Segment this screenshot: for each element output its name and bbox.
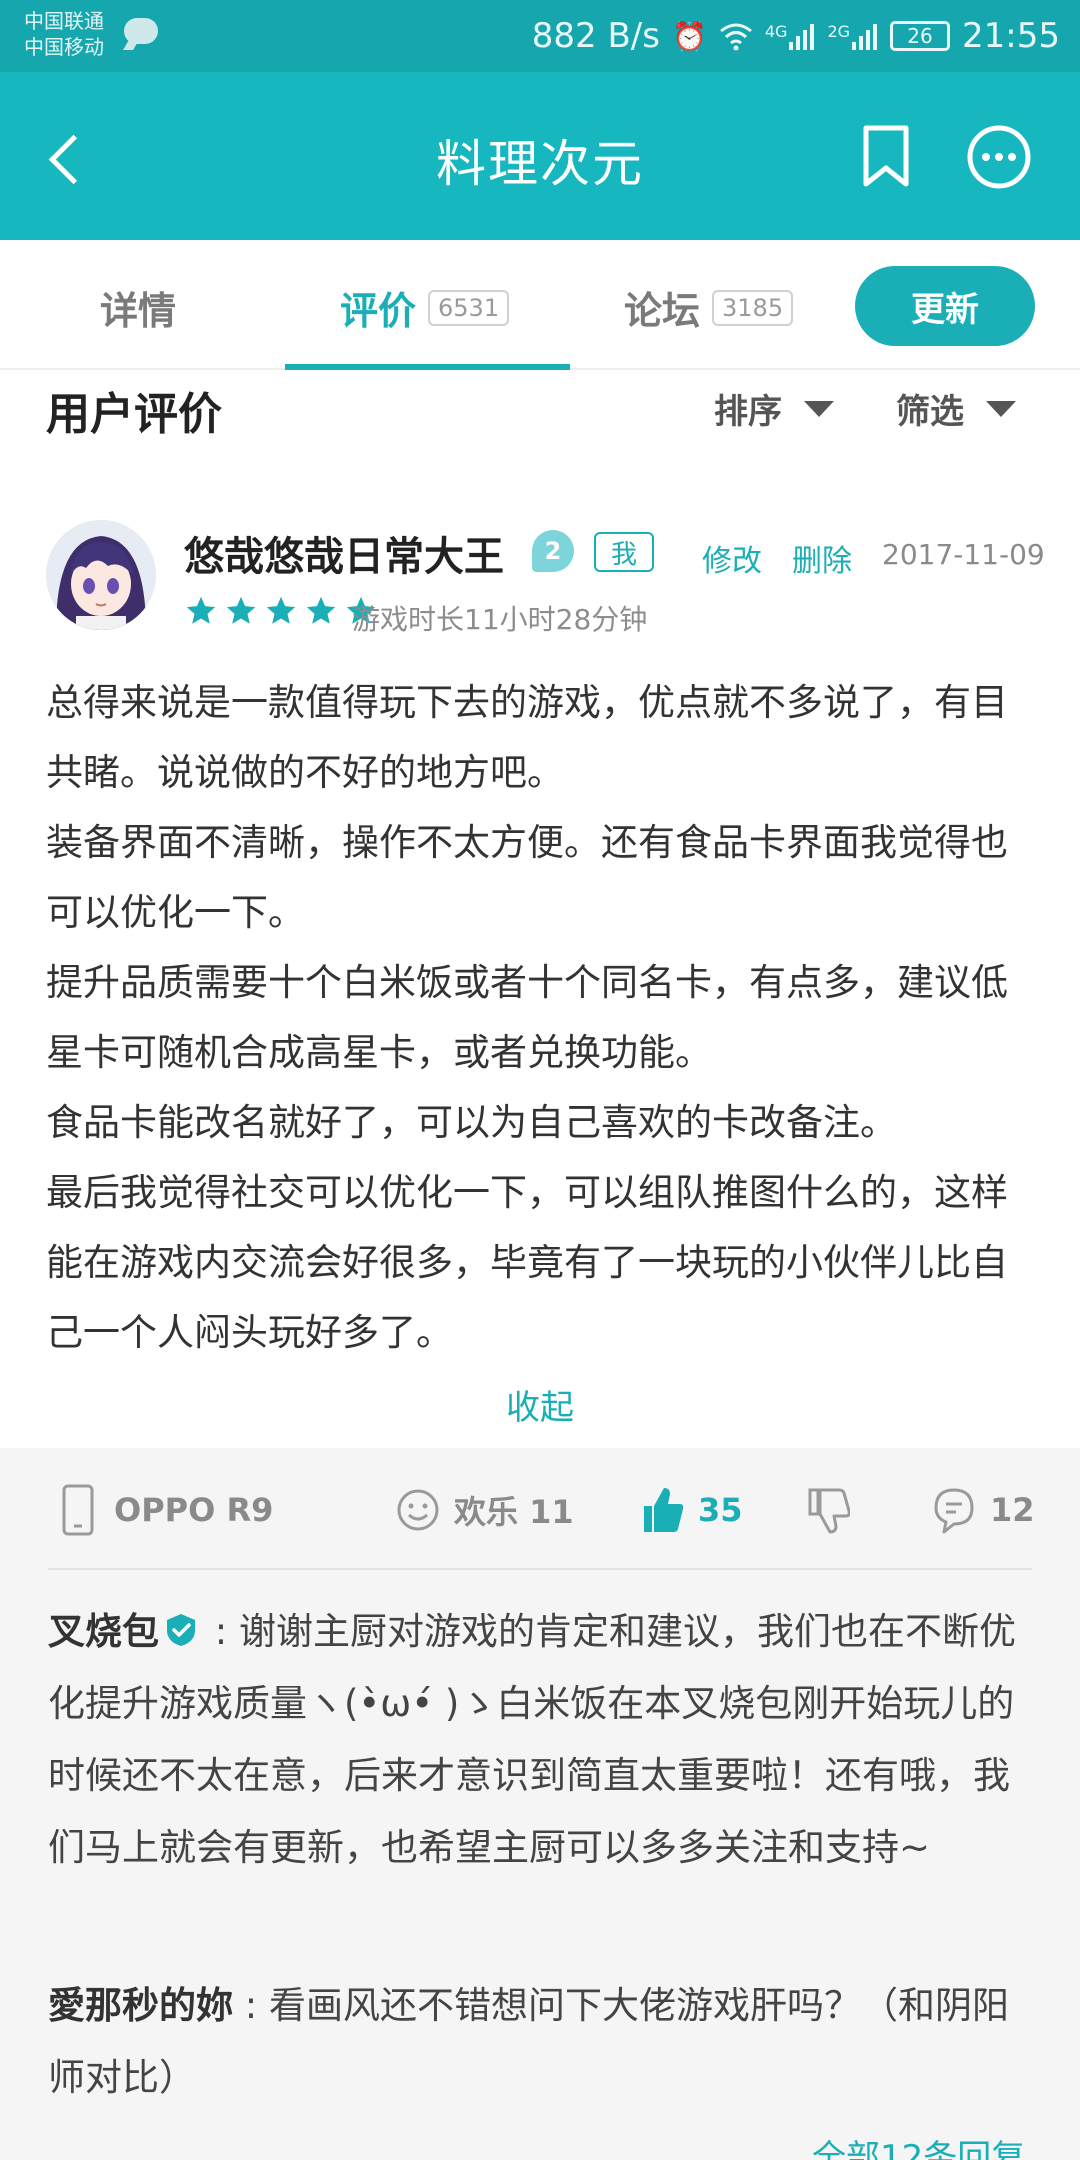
edit-link[interactable]: 修改	[702, 536, 762, 580]
message-icon	[124, 18, 158, 44]
me-tag: 我	[594, 532, 654, 572]
signal-2-label: 2G	[827, 22, 851, 41]
tab-reviews-count: 6531	[428, 289, 510, 326]
comment-count: 12	[990, 1491, 1035, 1529]
reply-author[interactable]: 叉烧包	[48, 1610, 159, 1653]
update-button[interactable]: 更新	[855, 266, 1035, 346]
tab-details-label: 详情	[100, 289, 177, 333]
comment-icon	[934, 1488, 974, 1534]
mood-button[interactable]: 欢乐 11	[396, 1480, 574, 1540]
carrier-2: 中国移动	[24, 35, 104, 59]
reply-text: : 谢谢主厨对游戏的肯定和建议，我们也在不断优化提升游戏质量ヽ(•̀ω•́ )ゝ…	[48, 1610, 1016, 1869]
chevron-down-icon	[986, 400, 1016, 417]
comment-button[interactable]: 12	[932, 1480, 1035, 1540]
clock: 21:55	[962, 16, 1060, 56]
chevron-down-icon	[804, 400, 834, 417]
reply-author[interactable]: 愛那秒的妳	[48, 1984, 233, 2027]
filter-label: 筛选	[896, 392, 964, 432]
review-stats: OPPO R9 欢乐 11 35 12	[0, 1480, 1080, 1560]
like-count: 35	[698, 1491, 743, 1529]
level-value: 2	[544, 537, 562, 565]
sort-label: 排序	[714, 392, 782, 432]
sort-button[interactable]: 排序	[714, 384, 834, 433]
mood-label: 欢乐 11	[454, 1493, 574, 1531]
net-speed: 882 B/s	[531, 16, 660, 56]
active-tab-indicator	[285, 364, 570, 370]
verified-icon	[167, 1614, 195, 1646]
carrier-1: 中国联通	[24, 9, 104, 33]
star-icon	[266, 596, 296, 624]
like-button[interactable]: 35	[640, 1480, 743, 1540]
page-title: 料理次元	[436, 135, 644, 193]
thumbs-up-icon	[644, 1488, 684, 1532]
review-username[interactable]: 悠哉悠哉日常大王	[184, 524, 504, 582]
bookmark-icon[interactable]	[856, 124, 916, 188]
device-name: OPPO R9	[114, 1491, 274, 1529]
review-date: 2017-11-09	[882, 538, 1045, 571]
delete-link[interactable]: 删除	[792, 536, 852, 580]
tab-bar: 详情 评价 6531 论坛 3185 更新	[0, 240, 1080, 370]
section-title: 用户评价	[46, 389, 222, 440]
dislike-button[interactable]	[806, 1480, 850, 1540]
review-body: 总得来说是一款值得玩下去的游戏，优点就不多说了，有目共睹。说说做的不好的地方吧。…	[46, 681, 1008, 1354]
tab-forum-label: 论坛	[624, 289, 701, 333]
divider	[48, 1568, 1032, 1570]
status-bar: 中国联通 中国移动 882 B/s ⏰ 4G 2G 26 21:55	[0, 0, 1080, 72]
tab-forum[interactable]: 论坛 3185	[624, 280, 794, 335]
playtime: 游戏时长11小时28分钟	[352, 603, 648, 636]
collapse-link[interactable]: 收起	[0, 1380, 1080, 1429]
star-icon	[186, 596, 216, 624]
level-badge: 2	[532, 530, 574, 572]
thumbs-down-icon	[808, 1488, 850, 1534]
filter-button[interactable]: 筛选	[896, 384, 1016, 433]
signal-4g-icon: 4G	[765, 22, 816, 50]
tab-forum-count: 3185	[712, 289, 794, 326]
rating-stars	[184, 594, 378, 628]
signal-2g-icon: 2G	[827, 22, 878, 50]
smile-icon	[397, 1489, 439, 1531]
tab-details[interactable]: 详情	[100, 280, 176, 335]
battery-level: 26	[907, 24, 933, 48]
status-right: 882 B/s ⏰ 4G 2G 26 21:55	[532, 14, 1060, 58]
app-header: 料理次元	[0, 72, 1080, 240]
device-info: OPPO R9	[56, 1480, 273, 1540]
signal-1-label: 4G	[764, 22, 788, 41]
reply-item[interactable]: 愛那秒的妳 : 看画风还不错想问下大佬游戏肝吗？（和阴阳师对比）	[48, 1970, 1038, 2114]
carrier-info: 中国联通 中国移动	[24, 8, 104, 60]
all-replies-link[interactable]: 全部12条回复	[812, 2130, 1025, 2160]
battery-icon: 26	[890, 21, 951, 51]
avatar[interactable]	[46, 520, 156, 630]
tab-reviews-label: 评价	[340, 289, 417, 333]
more-icon[interactable]	[966, 124, 1032, 190]
star-icon	[226, 596, 256, 624]
wifi-icon	[719, 21, 753, 51]
reply-item[interactable]: 叉烧包 : 谢谢主厨对游戏的肯定和建议，我们也在不断优化提升游戏质量ヽ(•̀ω•…	[48, 1596, 1038, 1884]
tab-reviews[interactable]: 评价 6531	[340, 280, 510, 335]
alarm-icon: ⏰	[671, 19, 707, 53]
phone-icon	[62, 1484, 94, 1536]
star-icon	[306, 596, 336, 624]
